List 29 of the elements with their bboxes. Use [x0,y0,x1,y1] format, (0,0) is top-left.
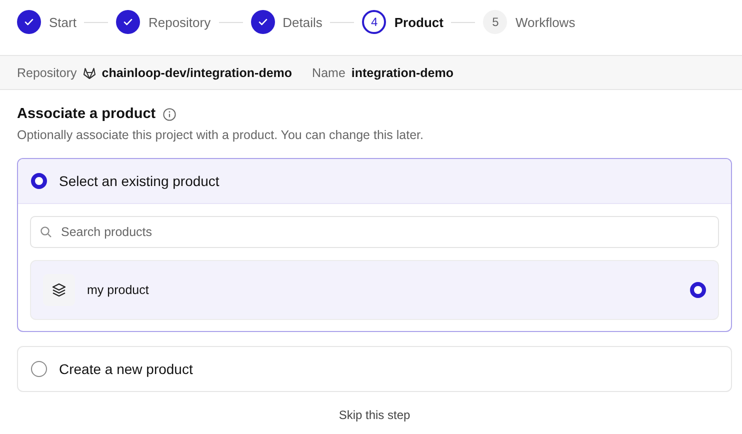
check-icon [256,16,269,28]
radio-button[interactable] [31,173,47,189]
step-label: Details [282,14,322,30]
skip-link[interactable]: Skip this step [336,406,412,424]
product-name: my product [87,283,150,297]
section-title: Associate a product [17,106,156,122]
radio-button[interactable] [31,361,47,377]
search-field[interactable]: Search products [30,216,719,248]
step-label: Product [394,14,444,30]
option-label[interactable]: Select an existing product [59,173,220,189]
fox-icon [82,66,96,78]
step-indicator: 4 [362,10,386,34]
check-icon [23,16,35,28]
search-icon [40,226,52,238]
repository-name: chainloop-dev/integration-demo [102,66,292,80]
option-label[interactable]: Create a new product [59,361,193,377]
section-description: Optionally associate this project with a product. You can change this later. [17,128,424,142]
field-label: Repository [17,66,77,80]
field-label: Name [312,66,346,80]
info-icon[interactable] [162,108,176,120]
product-item[interactable]: my product [30,260,719,320]
project-name: integration-demo [351,66,454,80]
step-label: Workflows [515,14,576,30]
layers-icon [51,282,67,298]
check-icon [122,16,134,28]
radio-button[interactable] [690,282,706,298]
step-label: Start [49,14,76,30]
step-label: Repository [148,14,211,30]
step-indicator: 5 [483,10,508,34]
